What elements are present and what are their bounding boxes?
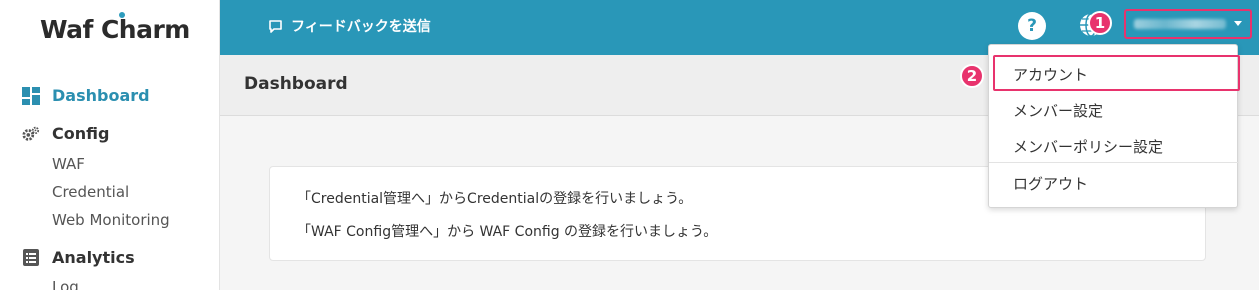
step-badge-2: 2	[960, 64, 984, 88]
sidebar-item-analytics[interactable]: Analytics	[22, 248, 135, 267]
menu-item-logout[interactable]: ログアウト	[1013, 173, 1088, 194]
sidebar-subitem-web-monitoring[interactable]: Web Monitoring	[52, 211, 170, 229]
sidebar-item-label: Config	[52, 124, 110, 143]
sidebar-subitem-credential[interactable]: Credential	[52, 183, 129, 201]
info-message-credential: 「Credential管理へ」からCredentialの登録を行いましょう。	[297, 191, 693, 207]
sidebar-subitem-waf[interactable]: WAF	[52, 155, 85, 173]
user-name-redacted	[1134, 19, 1226, 29]
sidebar-item-label: Dashboard	[52, 86, 150, 105]
sidebar-item-dashboard[interactable]: Dashboard	[22, 86, 150, 105]
page-title: Dashboard	[244, 74, 348, 94]
step-badge-1: 1	[1088, 11, 1112, 35]
help-icon[interactable]: ?	[1018, 12, 1046, 40]
dashboard-icon	[22, 86, 40, 105]
info-message-waf-config: 「WAF Config管理へ」から WAF Config の登録を行いましょう。	[297, 224, 718, 240]
sidebar-item-config[interactable]: Config	[22, 124, 109, 143]
caret-down-icon	[1234, 21, 1242, 26]
logo-text-charm: Charm	[100, 14, 190, 44]
feedback-label: フィードバックを送信	[291, 19, 431, 35]
sidebar: Waf Charm Dashboard Config WAF Credentia…	[0, 0, 220, 290]
logo-dot	[119, 12, 125, 18]
highlight-account	[993, 55, 1240, 91]
chat-bubble-icon	[269, 19, 282, 33]
gears-icon	[22, 125, 40, 143]
feedback-button[interactable]: フィードバックを送信	[268, 16, 431, 36]
wafcharm-logo[interactable]: Waf Charm	[40, 12, 190, 46]
menu-divider	[989, 162, 1239, 163]
user-menu-toggle[interactable]	[1124, 9, 1252, 39]
sidebar-subitem-log[interactable]: Log	[52, 278, 79, 290]
sidebar-item-label: Analytics	[52, 248, 135, 267]
menu-item-member-policy-settings[interactable]: メンバーポリシー設定	[1013, 136, 1163, 157]
list-icon	[22, 249, 40, 267]
menu-item-member-settings[interactable]: メンバー設定	[1013, 100, 1103, 121]
logo-text-waf: Waf	[40, 14, 93, 44]
